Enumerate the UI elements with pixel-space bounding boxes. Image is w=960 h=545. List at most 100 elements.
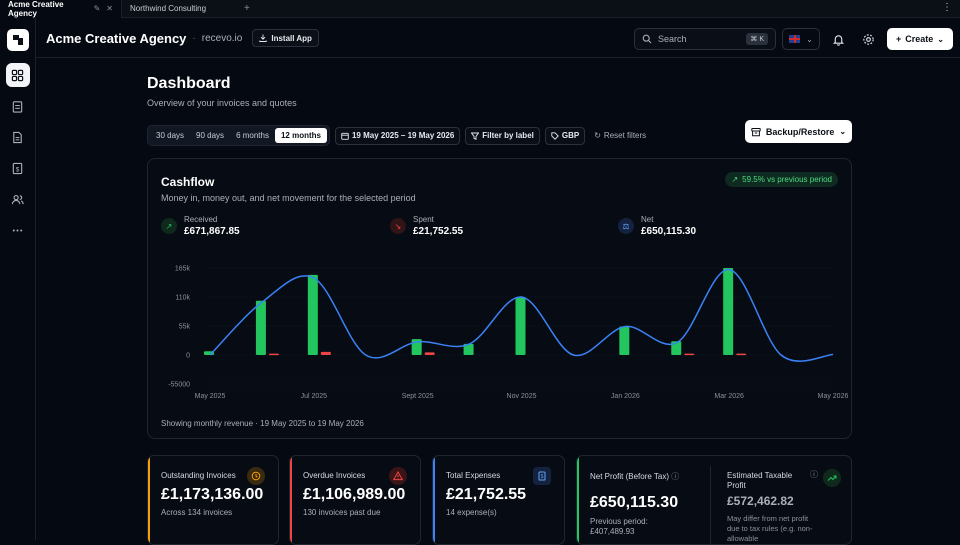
install-app-button[interactable]: Install App — [252, 29, 319, 47]
filter-icon — [471, 132, 480, 140]
document-icon — [13, 131, 22, 143]
currency-label: GBP — [561, 131, 580, 140]
stat-total-expenses[interactable]: Total Expenses £21,752.55 14 expense(s) … — [432, 455, 565, 545]
accent-bar — [577, 456, 579, 544]
info-icon[interactable]: ⓘ — [810, 469, 818, 480]
receipt-icon: $ — [12, 162, 23, 174]
tab-northwind[interactable]: Northwind Consulting — [122, 0, 240, 18]
sidebar-item-more[interactable] — [6, 218, 30, 242]
stat-overdue-invoices[interactable]: Overdue Invoices £1,106,989.00 130 invoi… — [289, 455, 421, 545]
y-tick-label: 165k — [175, 266, 191, 273]
stat-value: £1,106,989.00 — [303, 486, 406, 503]
create-button[interactable]: + Create ⌄ — [887, 28, 953, 50]
close-icon[interactable]: ✕ — [106, 4, 113, 13]
x-tick-label: Nov 2025 — [507, 393, 537, 400]
period-6-months[interactable]: 6 months — [230, 128, 275, 143]
filter-by-label-button[interactable]: Filter by label — [465, 126, 540, 145]
reset-filters-label: Reset filters — [603, 131, 647, 140]
spent-bar — [268, 353, 279, 356]
refresh-icon: ↻ — [594, 131, 601, 140]
received-bar — [255, 300, 266, 355]
period-12-months[interactable]: 12 months — [274, 128, 327, 143]
app-logo[interactable] — [6, 29, 29, 51]
date-range-label: 19 May 2025 – 19 May 2026 — [351, 131, 455, 140]
chevron-down-icon: ⌄ — [806, 34, 813, 44]
more-vertical-icon[interactable]: ⋮ — [942, 2, 952, 13]
y-tick-label: 0 — [186, 353, 190, 360]
stat-subtext: Across 134 invoices — [161, 508, 233, 517]
sidebar-item-quotes[interactable] — [6, 94, 30, 118]
backup-restore-label: Backup/Restore — [765, 126, 835, 137]
search-input[interactable]: Search ⌘ K — [634, 28, 776, 50]
x-tick-label: Mar 2026 — [714, 393, 744, 400]
notifications-button[interactable] — [829, 30, 847, 48]
y-tick-label: 55k — [179, 324, 191, 331]
clock-icon — [247, 467, 265, 485]
sidebar-item-clients[interactable] — [6, 187, 30, 211]
x-tick-label: May 2026 — [818, 393, 849, 400]
grid-icon — [11, 69, 24, 81]
info-icon: ⓘ — [671, 472, 680, 481]
more-icon — [12, 228, 23, 232]
add-tab-icon[interactable]: + — [240, 3, 254, 14]
tab-label: Northwind Consulting — [130, 4, 207, 13]
profit-value: £650,115.30 — [590, 494, 679, 511]
accent-bar — [148, 456, 150, 544]
clipboard-icon — [12, 100, 23, 113]
sidebar-item-invoices[interactable] — [6, 125, 30, 149]
filter-toolbar: 30 days 90 days 6 months 12 months 19 Ma… — [147, 125, 646, 146]
previous-period-value: £407,489.93 — [590, 527, 635, 536]
received-bar — [619, 326, 630, 355]
search-placeholder: Search — [658, 34, 687, 44]
language-selector[interactable]: ⌄ — [782, 28, 820, 50]
stat-value: £21,752.55 — [446, 486, 527, 503]
received-bar — [515, 297, 526, 355]
x-tick-label: Jul 2025 — [301, 393, 328, 400]
svg-text:$: $ — [16, 166, 20, 173]
cashflow-card: Cashflow Money in, money out, and net mo… — [147, 158, 852, 439]
sidebar-item-dashboard[interactable] — [5, 63, 30, 87]
edit-icon[interactable]: ✎ — [94, 4, 101, 13]
archive-icon — [751, 127, 761, 136]
stat-subtext: 130 invoices past due — [303, 508, 381, 517]
sidebar-item-expenses[interactable]: $ — [6, 156, 30, 180]
company-name[interactable]: Acme Creative Agency — [46, 31, 186, 46]
period-selector: 30 days 90 days 6 months 12 months — [147, 125, 330, 146]
bell-icon — [832, 34, 844, 46]
tab-acme[interactable]: Acme Creative Agency ✎ ✕ — [0, 0, 122, 18]
chevron-down-icon: ⌄ — [839, 127, 847, 136]
sidebar: $ — [0, 19, 36, 540]
users-icon — [11, 194, 24, 204]
plus-icon: + — [896, 34, 902, 44]
settings-button[interactable] — [859, 30, 877, 48]
backup-restore-button[interactable]: Backup/Restore ⌄ — [745, 120, 852, 143]
stat-net-profit[interactable]: Net Profit (Before Tax) ⓘ £650,115.30 Pr… — [576, 455, 852, 545]
create-label: Create — [905, 34, 934, 44]
company-domain: recevo.io — [201, 32, 243, 44]
page-subtitle: Overview of your invoices and quotes — [147, 98, 297, 108]
search-shortcut: ⌘ K — [746, 33, 768, 45]
period-90-days[interactable]: 90 days — [190, 128, 230, 143]
reset-filters-button[interactable]: ↻ Reset filters — [594, 131, 646, 140]
x-tick-label: Sept 2025 — [402, 393, 434, 400]
date-range-button[interactable]: 19 May 2025 – 19 May 2026 — [334, 126, 461, 145]
period-30-days[interactable]: 30 days — [150, 128, 190, 143]
spent-bar — [736, 353, 747, 356]
tab-label: Acme Creative Agency — [8, 0, 64, 18]
install-app-label: Install App — [271, 33, 312, 43]
profit-label: Net Profit (Before Tax) ⓘ — [590, 472, 680, 481]
stat-value: £1,173,136.00 — [161, 486, 264, 503]
taxable-profit-label: Estimated Taxable Profit — [727, 471, 793, 490]
taxable-profit-value: £572,462.82 — [727, 494, 794, 508]
stat-subtext: 14 expense(s) — [446, 508, 497, 517]
tab-bar: Acme Creative Agency ✎ ✕ Northwind Consu… — [0, 0, 960, 18]
receipt-icon: $ — [533, 467, 551, 485]
accent-bar — [433, 456, 435, 544]
chevron-down-icon: ⌄ — [937, 34, 944, 44]
stat-outstanding-invoices[interactable]: Outstanding Invoices £1,173,136.00 Acros… — [147, 455, 279, 545]
currency-button[interactable]: GBP — [544, 126, 586, 145]
received-bar — [723, 268, 734, 355]
filter-by-label-text: Filter by label — [482, 131, 534, 140]
separator: · — [192, 32, 196, 44]
accent-bar — [290, 456, 292, 544]
